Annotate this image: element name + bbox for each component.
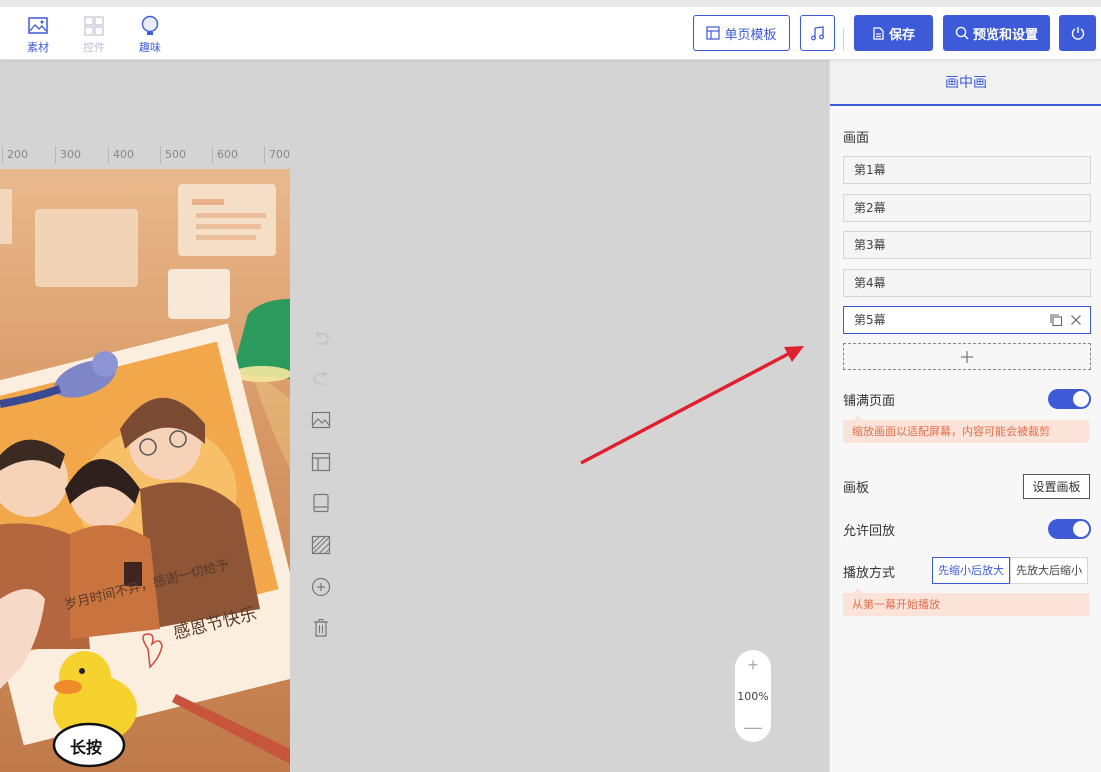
tablet-icon: [313, 493, 329, 513]
zoom-out-button[interactable]: —: [744, 718, 762, 736]
preview-settings-button[interactable]: 预览和设置: [943, 15, 1050, 51]
save-button[interactable]: 保存: [854, 15, 933, 51]
fill-page-notice: 缩放画面以适配屏幕，内容可能会被裁剪: [843, 415, 1089, 443]
close-icon[interactable]: [1069, 313, 1083, 327]
fill-page-label: 铺满页面: [843, 394, 896, 409]
image-icon: [28, 17, 48, 34]
horizontal-ruler: 200 300 400 500 600 700: [0, 146, 290, 166]
single-page-template-button[interactable]: 单页模板: [693, 15, 790, 51]
scene-item-active[interactable]: 第5幕: [843, 306, 1091, 334]
zoom-control: + 100% —: [735, 650, 771, 742]
fun-tool-label: 趣味: [139, 42, 161, 54]
material-tool[interactable]: 素材: [16, 15, 60, 55]
scene-item[interactable]: 第2幕: [843, 194, 1091, 222]
device-tool-button[interactable]: [309, 491, 333, 515]
play-mode-label: 播放方式: [843, 566, 896, 581]
save-label: 保存: [888, 27, 915, 43]
add-element-button[interactable]: [309, 575, 333, 599]
trash-icon: [314, 619, 328, 637]
music-button[interactable]: [800, 15, 835, 51]
grid-icon: [84, 16, 104, 36]
allow-replay-label: 允许回放: [843, 524, 896, 539]
board-label: 画板: [843, 481, 870, 496]
ruler-tick: 600: [212, 146, 238, 164]
power-icon: [1071, 27, 1084, 40]
play-mode-option-shrink-first[interactable]: 先缩小后放大: [932, 557, 1010, 584]
ruler-tick: 300: [55, 146, 81, 164]
fun-tool[interactable]: 趣味: [128, 15, 172, 55]
thanksgiving-illustration: [0, 184, 290, 768]
add-scene-button[interactable]: [843, 343, 1091, 370]
bulb-icon: [141, 15, 159, 35]
page-canvas[interactable]: 岁月时间不弃，感谢一切给予 感恩节快乐 长按: [0, 169, 290, 772]
set-board-button[interactable]: 设置画板: [1023, 474, 1090, 499]
properties-panel: 画中画 画面 第1幕 第2幕 第3幕 第4幕 第5幕 铺满页面 缩放画面以适配屏…: [829, 60, 1101, 772]
tab-picture-in-picture[interactable]: 画中画: [830, 60, 1101, 106]
search-icon: [955, 26, 969, 40]
top-toolbar: 素材 控件 趣味 单页模板 保存 预览和设置: [0, 0, 1101, 60]
template-icon: [706, 26, 721, 40]
plus-icon: [961, 350, 973, 363]
single-page-template-label: 单页模板: [724, 27, 777, 43]
material-tool-label: 素材: [27, 42, 49, 54]
fill-page-toggle[interactable]: [1048, 389, 1091, 409]
ruler-tick: 700: [264, 146, 290, 164]
ruler-tick: 400: [108, 146, 134, 164]
play-mode-option-enlarge-first[interactable]: 先放大后缩小: [1010, 558, 1087, 583]
layout-icon: [311, 452, 331, 472]
background-tool-button[interactable]: [309, 533, 333, 557]
picture-section-label: 画面: [843, 131, 870, 146]
preview-settings-label: 预览和设置: [972, 27, 1038, 43]
widget-tool[interactable]: 控件: [72, 15, 116, 55]
copy-icon[interactable]: [1049, 313, 1063, 327]
hatch-icon: [311, 535, 331, 555]
scene-item-label: 第5幕: [854, 313, 886, 327]
zoom-in-button[interactable]: +: [748, 656, 759, 674]
allow-replay-toggle[interactable]: [1048, 519, 1091, 539]
scene-item[interactable]: 第4幕: [843, 269, 1091, 297]
image-icon: [311, 411, 331, 429]
delete-button[interactable]: [309, 616, 333, 640]
image-tool-button[interactable]: [309, 408, 333, 432]
ruler-tick: 500: [160, 146, 186, 164]
zoom-level: 100%: [737, 689, 769, 703]
play-mode-selector: 先缩小后放大 先放大后缩小: [932, 557, 1088, 584]
redo-button[interactable]: [309, 366, 333, 390]
file-icon: [873, 26, 884, 40]
redo-icon: [313, 370, 327, 385]
toolbar-divider: [843, 29, 844, 51]
long-press-badge: 长按: [70, 738, 103, 757]
widget-tool-label: 控件: [83, 42, 105, 54]
scene-item[interactable]: 第1幕: [843, 156, 1091, 184]
play-notice: 从第一幕开始播放: [843, 588, 1089, 616]
power-button[interactable]: [1059, 15, 1096, 51]
undo-icon: [315, 330, 329, 345]
undo-button[interactable]: [309, 326, 333, 350]
plus-circle-icon: [311, 577, 331, 597]
music-note-icon: [810, 26, 824, 41]
ruler-tick: 200: [2, 146, 28, 164]
layout-tool-button[interactable]: [309, 450, 333, 474]
scene-item[interactable]: 第3幕: [843, 231, 1091, 259]
